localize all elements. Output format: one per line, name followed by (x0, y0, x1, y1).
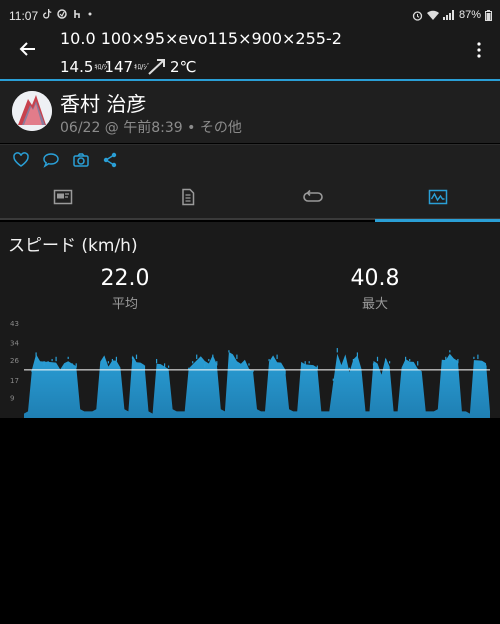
battery-icon (485, 9, 492, 21)
speed-unit: ｷﾛ/ｼﾞ (94, 62, 111, 71)
athlete-name: 香村 治彦 (60, 92, 147, 116)
summary-icon (53, 189, 72, 205)
empty-area (0, 418, 500, 624)
speed-area (24, 352, 490, 418)
second-value: 147 (104, 58, 134, 76)
battery-percentage: 87% (458, 9, 481, 21)
average-label: 平均 (111, 297, 138, 312)
y-tick-label: 34 (10, 340, 19, 348)
average-value: 22.0 (100, 266, 150, 291)
camera-icon[interactable] (72, 151, 90, 169)
tab-bar (0, 174, 500, 222)
max-stat: 40.8 最大 (315, 266, 435, 312)
laps-icon (302, 189, 323, 202)
more-options-icon[interactable] (476, 42, 482, 58)
speed-chart-svg: 43 34 26 17 9 (10, 320, 490, 418)
activity-summary: 14.5 ｷﾛ/ｼﾞ 147 ｷﾛ/ｼﾞ 2℃ (60, 57, 196, 77)
tab-overview[interactable] (0, 174, 125, 220)
speed-value: 14.5 (60, 58, 94, 76)
y-tick-label: 43 (10, 320, 19, 328)
chart-heading: スピード (km/h) (8, 236, 138, 256)
vpn-icon (74, 10, 80, 18)
chart-icon (428, 189, 447, 205)
y-tick-label: 17 (10, 377, 19, 385)
action-bar (0, 144, 500, 174)
avatar[interactable] (12, 91, 52, 131)
notification-icons (43, 9, 93, 19)
heart-icon[interactable] (12, 151, 30, 169)
status-time: 11:07 (9, 9, 39, 23)
activity-title: 10.0 100×95×evo115×900×255-2 (60, 29, 342, 48)
max-label: 最大 (361, 297, 388, 312)
comment-icon[interactable] (42, 151, 60, 169)
wind-direction-icon (148, 59, 166, 75)
y-tick-label: 9 (10, 394, 14, 402)
temperature-value: 2℃ (170, 58, 197, 76)
back-arrow-icon[interactable] (17, 38, 39, 60)
max-value: 40.8 (350, 266, 400, 291)
average-stat: 22.0 平均 (65, 266, 185, 312)
system-icons: 87% (412, 9, 492, 21)
sync-icon (57, 9, 67, 19)
document-icon (181, 188, 194, 206)
dot-icon (88, 12, 92, 16)
tab-laps[interactable] (250, 174, 375, 220)
wifi-icon (426, 10, 439, 20)
share-icon[interactable] (101, 151, 119, 169)
app-header: 10.0 100×95×evo115×900×255-2 14.5 ｷﾛ/ｼﾞ … (0, 30, 500, 79)
tab-details[interactable] (125, 174, 250, 220)
tiktok-icon (43, 9, 52, 19)
status-bar: 11:07 87% (0, 0, 500, 30)
y-tick-label: 26 (10, 357, 19, 365)
profile-section: 香村 治彦 06/22 @ 午前8:39 • その他 (0, 81, 500, 143)
signal-icon (442, 10, 454, 20)
speed-chart: 43 34 26 17 9 (0, 318, 500, 418)
activity-meta: 06/22 @ 午前8:39 • その他 (60, 120, 242, 136)
second-unit: ｷﾛ/ｼﾞ (134, 62, 151, 71)
tab-charts[interactable] (375, 174, 500, 222)
alarm-icon (412, 10, 423, 21)
